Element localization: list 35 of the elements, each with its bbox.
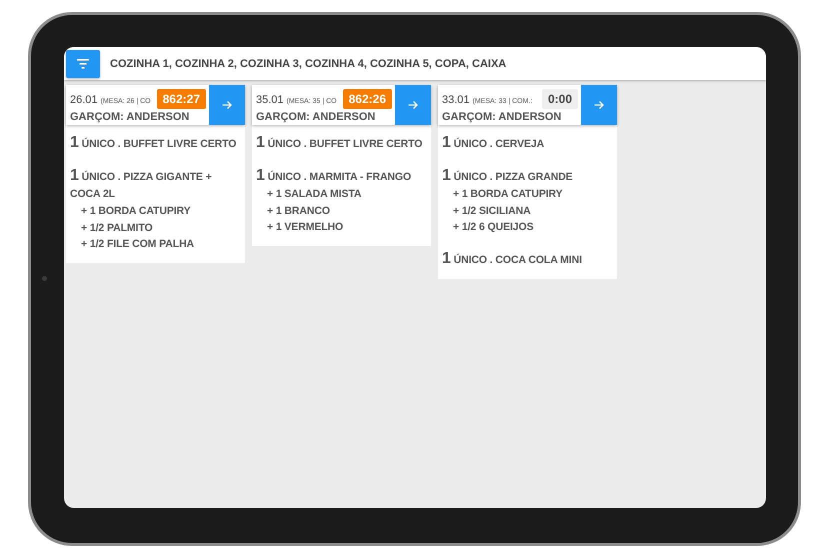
waiter-name: GARÇOM: ANDERSON (442, 111, 562, 123)
order-number: 35.01 (256, 94, 284, 106)
order-number: 33.01 (442, 94, 470, 106)
order-item: 1 ÚNICO . COCA COLA MINI (442, 250, 583, 268)
order-item: 1 ÚNICO . PIZZA GRANDE (442, 167, 574, 186)
next-button[interactable] (209, 85, 245, 125)
item-extra: + 1/2 PALMITO (80, 220, 154, 236)
order-item: 1 ÚNICO . CERVEJA (442, 134, 546, 153)
item-extra: + 1/2 FILE COM PALHA (80, 237, 196, 252)
item-extra: + 1/2 6 QUEIJOS (452, 220, 535, 235)
item-extra: + 1 VERMELHO (266, 220, 344, 235)
camera-icon (42, 276, 47, 281)
waiter-name: GARÇOM: ANDERSON (70, 111, 190, 123)
order-item: 1 ÚNICO . PIZZA GIGANTE + COCA 2L (70, 167, 213, 202)
station-list: COZINHA 1, COZINHA 2, COZINHA 3, COZINHA 4, COZINHA 5, COPA, CAIXA (110, 58, 506, 70)
timer-badge: 0:00 (542, 89, 578, 109)
filter-icon (77, 58, 89, 68)
item-extra: + 1 BRANCO (266, 204, 331, 218)
next-button[interactable] (581, 85, 617, 125)
arrow-right-icon (408, 100, 418, 110)
item-extra: + 1 BORDA CATUPIRY (452, 187, 564, 202)
arrow-right-icon (594, 100, 604, 110)
timer-badge: 862:26 (342, 89, 392, 109)
arrow-right-icon (222, 100, 232, 110)
item-extra: + 1/2 SICILIANA (452, 204, 532, 218)
timer-badge: 862:27 (156, 89, 206, 109)
item-extra: + 1 BORDA CATUPIRY (80, 204, 192, 219)
order-item: 1 ÚNICO . MARMITA - FRANGO (256, 167, 412, 186)
order-item: 1 ÚNICO . BUFFET LIVRE CERTO (256, 134, 424, 153)
order-item: 1 ÚNICO . BUFFET LIVRE CERTO (70, 134, 238, 153)
next-button[interactable] (395, 85, 431, 125)
item-extra: + 1 SALADA MISTA (266, 187, 362, 202)
filter-button[interactable] (66, 50, 100, 78)
order-number: 26.01 (70, 94, 98, 106)
waiter-name: GARÇOM: ANDERSON (256, 111, 376, 123)
